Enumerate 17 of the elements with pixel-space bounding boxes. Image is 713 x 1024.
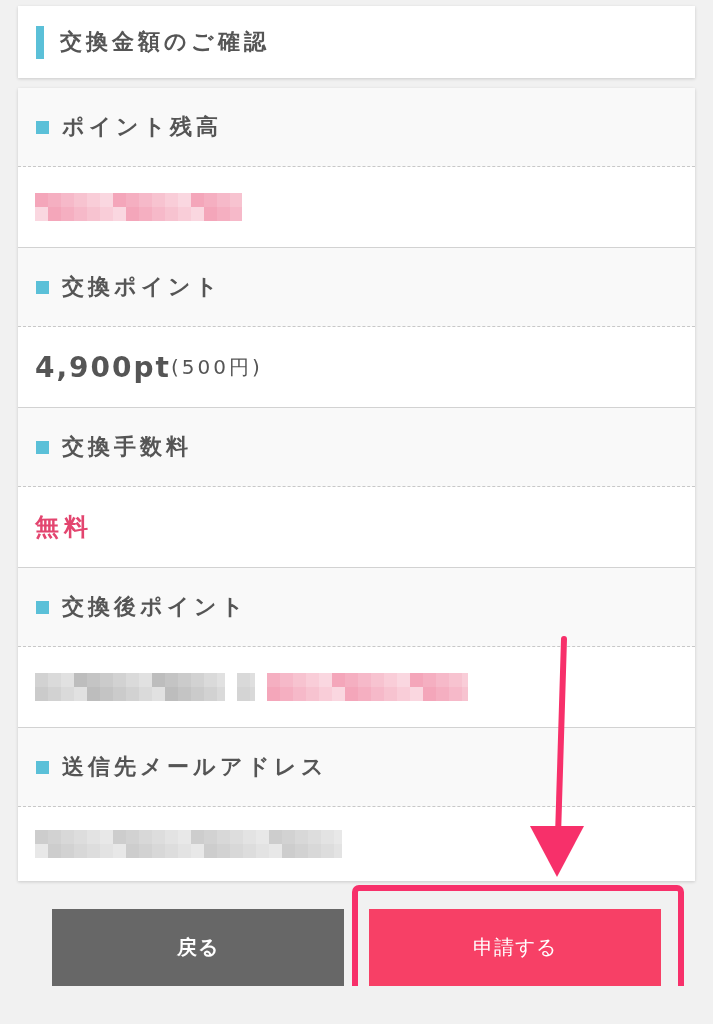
square-bullet-icon bbox=[36, 760, 49, 774]
field-label: 交換後ポイント bbox=[62, 593, 248, 621]
back-button[interactable]: 戻る bbox=[52, 909, 344, 986]
field-label: 交換手数料 bbox=[62, 433, 192, 461]
yen-amount: (500円) bbox=[171, 353, 263, 381]
field-label: 交換ポイント bbox=[62, 273, 222, 301]
square-bullet-icon bbox=[36, 120, 49, 134]
fee-value: 無料 bbox=[35, 512, 93, 543]
square-bullet-icon bbox=[36, 440, 49, 454]
field-label: ポイント残高 bbox=[62, 113, 222, 141]
field-label: 送信先メールアドレス bbox=[62, 753, 328, 781]
square-bullet-icon bbox=[36, 280, 49, 294]
section-title: 交換金額のご確認 bbox=[60, 28, 270, 56]
square-bullet-icon bbox=[36, 600, 49, 614]
apply-button[interactable]: 申請する bbox=[369, 909, 661, 986]
points-amount: 4,900pt bbox=[35, 350, 171, 384]
vertical-bar-icon bbox=[36, 25, 44, 59]
